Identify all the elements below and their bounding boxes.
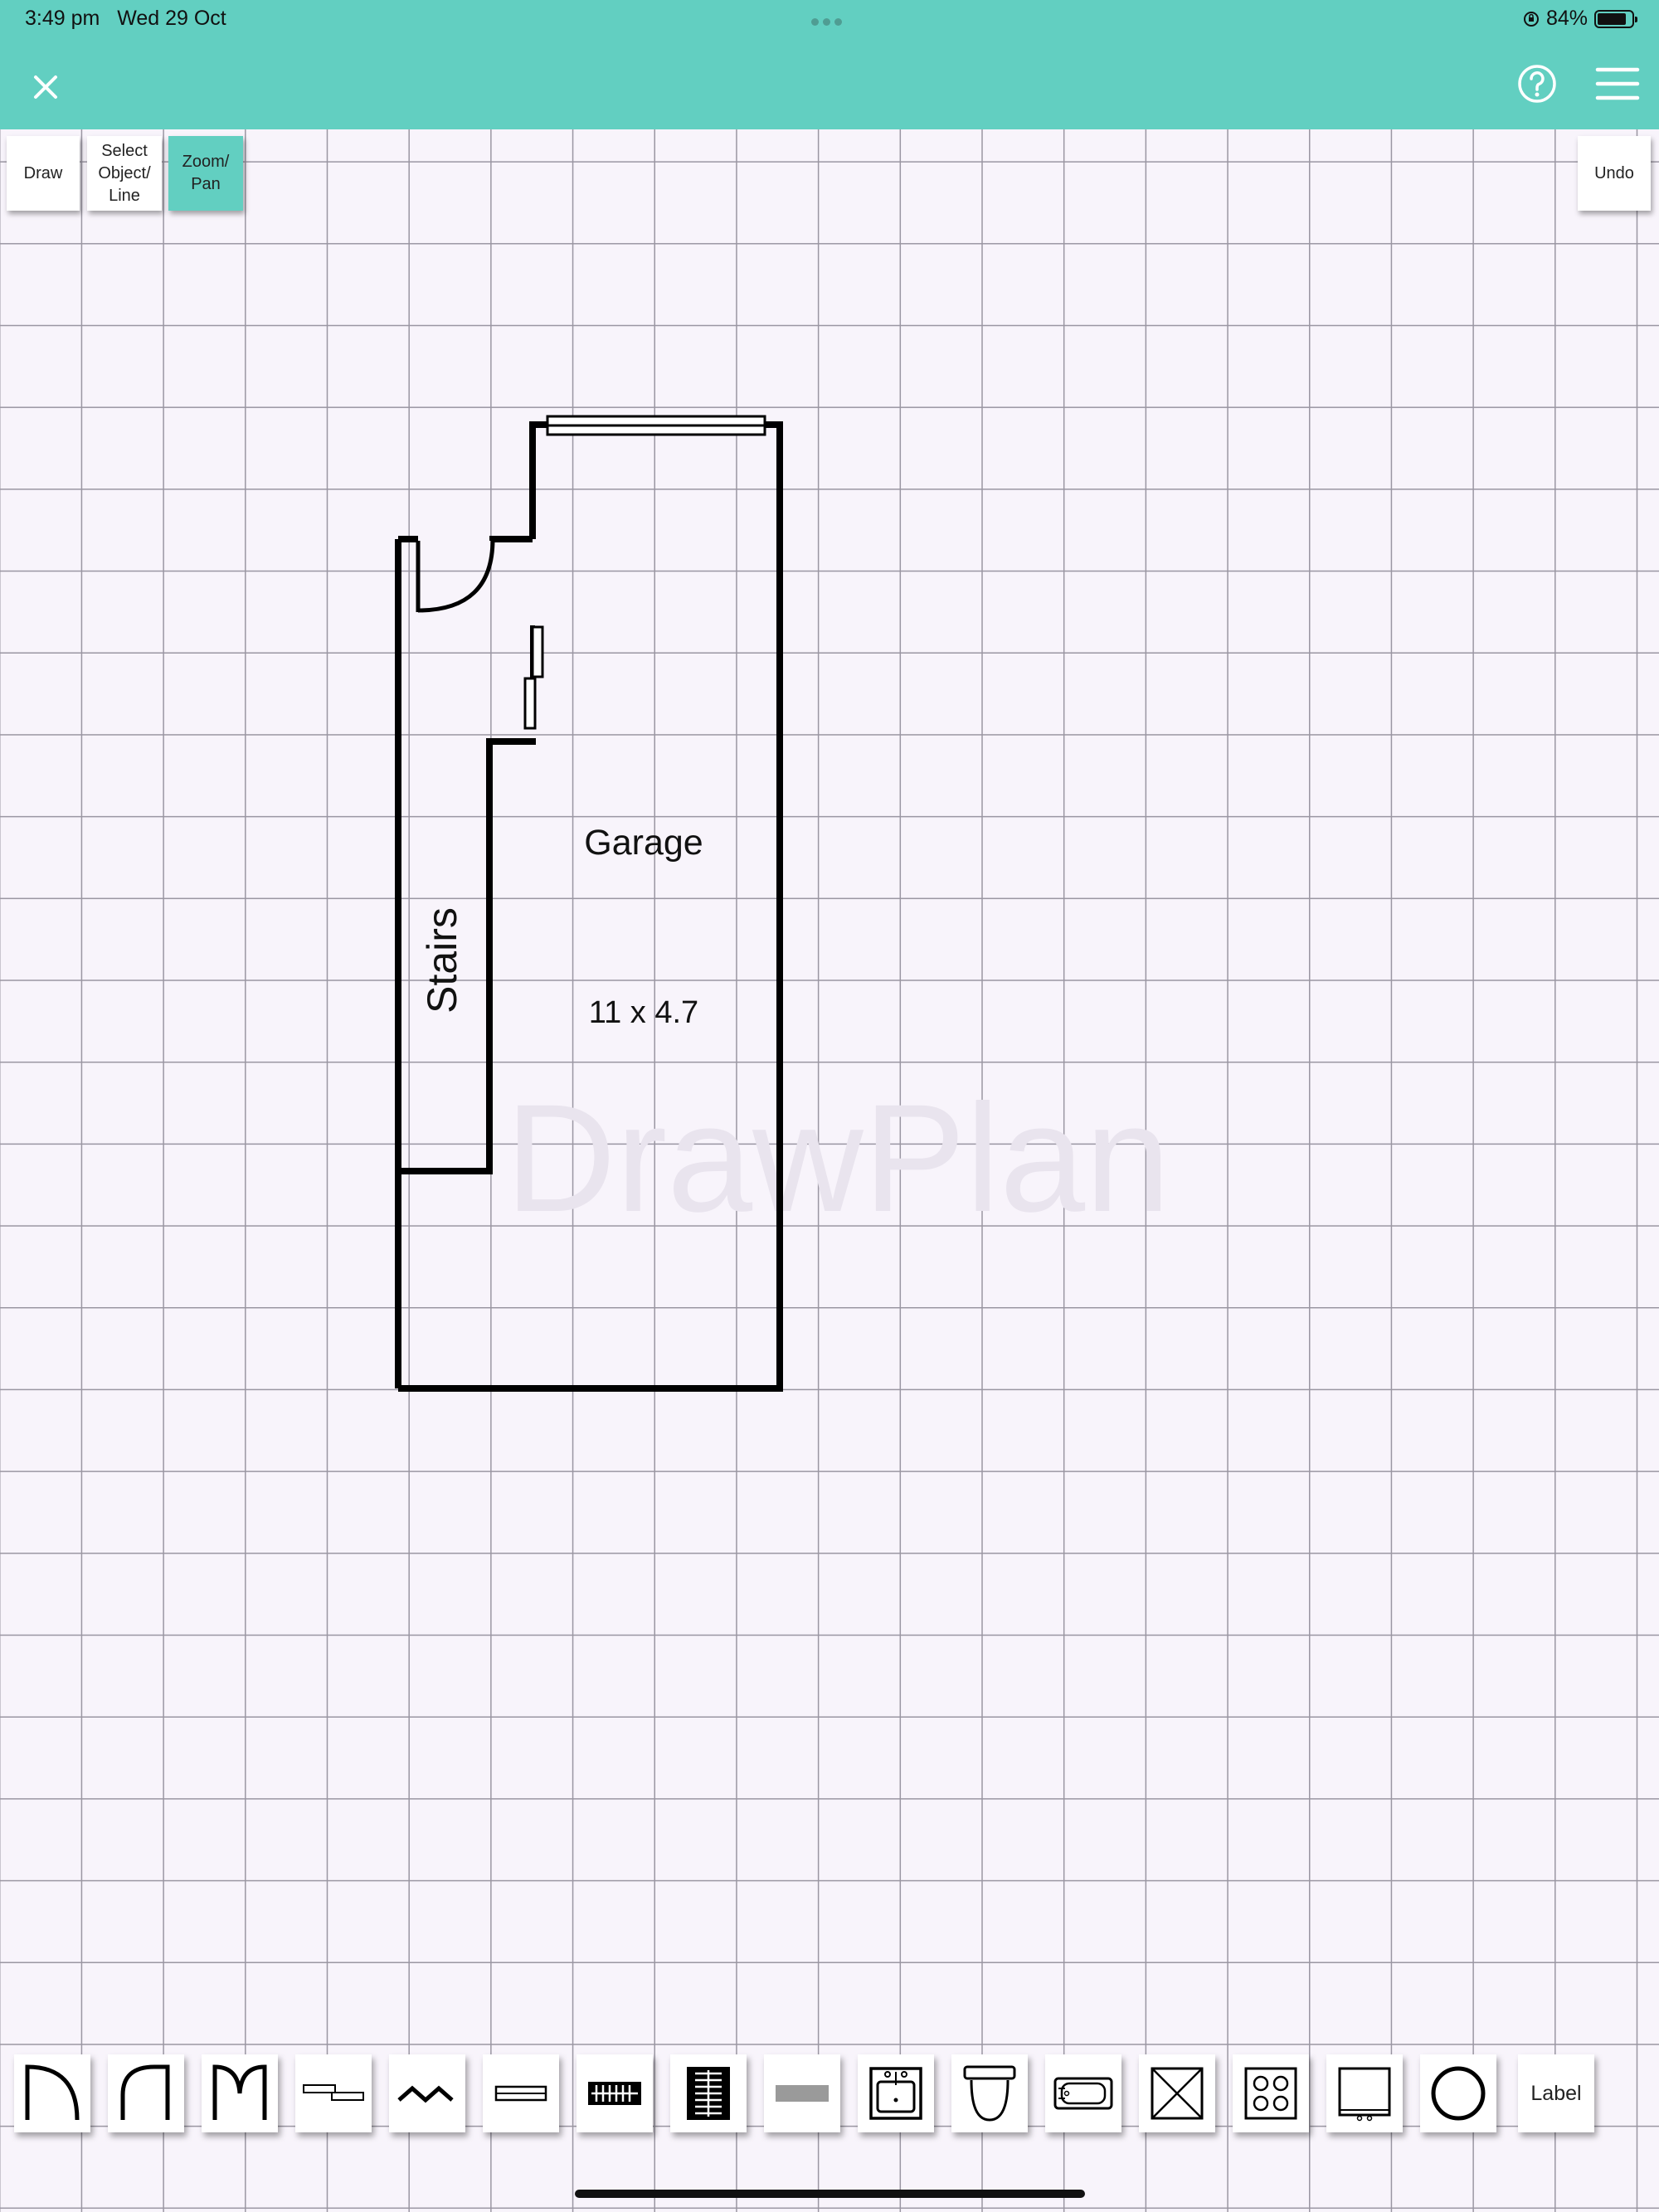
door-double-swing-button[interactable] <box>202 2054 278 2132</box>
bifold-door-icon <box>397 2085 454 2103</box>
window-button[interactable] <box>483 2054 559 2132</box>
stairs-vertical-icon <box>687 2067 730 2120</box>
toilet-button[interactable] <box>951 2054 1028 2132</box>
oven-button[interactable] <box>1326 2054 1403 2132</box>
bathtub-icon <box>1053 2077 1113 2110</box>
circle-button[interactable] <box>1420 2054 1496 2132</box>
bifold-door-button[interactable] <box>389 2054 465 2132</box>
stairs-vertical-button[interactable] <box>670 2054 747 2132</box>
toilet-icon <box>963 2065 1016 2122</box>
door-single-swing-icon <box>25 2064 80 2121</box>
room-dimensions-label[interactable]: 11 x 4.7 <box>589 995 698 1030</box>
circle-icon <box>1431 2066 1486 2121</box>
shower-button[interactable] <box>1139 2054 1215 2132</box>
door-half-swing-button[interactable] <box>108 2054 184 2132</box>
sliding-door-icon <box>303 2084 364 2101</box>
cooktop-icon <box>1244 2067 1297 2120</box>
sink-button[interactable] <box>858 2054 934 2132</box>
stairs-horizontal-button[interactable] <box>577 2054 653 2132</box>
room-name-label[interactable]: Garage <box>584 823 703 863</box>
stairwell-door[interactable] <box>416 538 495 613</box>
stairs-horizontal-icon <box>588 2082 641 2105</box>
cooktop-button[interactable] <box>1233 2054 1309 2132</box>
stairs-label[interactable]: Stairs <box>419 907 465 1014</box>
door-double-swing-icon <box>212 2064 267 2120</box>
wall-block-icon <box>776 2085 829 2102</box>
label-button-text: Label <box>1530 2081 1582 2105</box>
window-icon <box>494 2085 547 2102</box>
sliding-door-button[interactable] <box>295 2054 372 2132</box>
watermark: DrawPlan <box>505 1073 1170 1244</box>
top-window[interactable] <box>546 415 766 436</box>
side-door[interactable] <box>523 625 544 730</box>
door-half-swing-icon <box>120 2064 170 2120</box>
home-indicator[interactable] <box>575 2190 1085 2198</box>
wall-block-button[interactable] <box>764 2054 840 2132</box>
floor-plan-canvas[interactable]: DrawPlan Garage 11 x 4.7 Stairs <box>0 0 1659 2212</box>
sink-icon <box>869 2067 922 2120</box>
shower-icon <box>1151 2067 1204 2120</box>
bathtub-button[interactable] <box>1045 2054 1121 2132</box>
label-button[interactable]: Label <box>1518 2054 1594 2132</box>
oven-icon <box>1338 2067 1391 2122</box>
door-single-swing-button[interactable] <box>14 2054 90 2132</box>
